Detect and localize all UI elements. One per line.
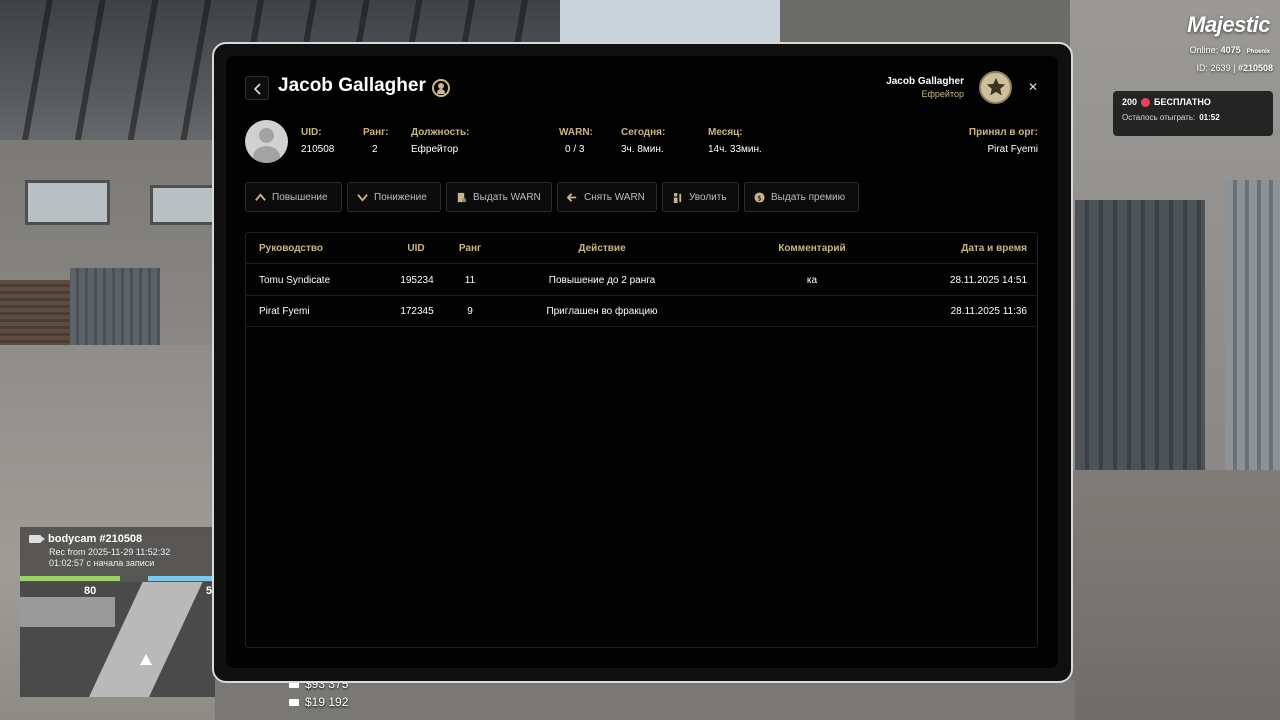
- table-row[interactable]: Pirat Fyemi 172345 9 Приглашен во фракци…: [246, 296, 1037, 327]
- bodycam-title: bodycam #210508: [48, 533, 143, 545]
- give-warn-button[interactable]: Выдать WARN: [446, 182, 552, 212]
- bodycam-rec-from: Rec from 2025-11-29 11:52:32: [49, 547, 171, 557]
- col-comment: Комментарий: [778, 243, 846, 254]
- col-action: Действие: [578, 243, 626, 254]
- cell-manager: Tomu Syndicate: [259, 275, 331, 286]
- month-value: 14ч. 33мин.: [708, 144, 762, 155]
- player-id-display: ID: 2639 | #210508: [1196, 63, 1273, 73]
- chevron-up-icon: [255, 192, 266, 201]
- coin-icon: $: [754, 191, 765, 203]
- uid-label: UID:: [301, 127, 322, 138]
- current-user-rank: Ефрейтор: [921, 89, 964, 99]
- col-rank: Ранг: [458, 243, 482, 254]
- cell-action: Приглашен во фракцию: [546, 306, 658, 317]
- coin-icon: [1141, 97, 1151, 107]
- bodycam-elapsed: 01:02:57 с начала записи: [49, 558, 155, 568]
- cell-rank: 11: [464, 275, 476, 286]
- rank-label: Ранг:: [363, 127, 389, 138]
- cell-comment: ка: [806, 275, 818, 286]
- accepted-by-value: Pirat Fyemi: [987, 144, 1038, 155]
- table-header: Руководство UID Ранг Действие Комментари…: [246, 233, 1037, 264]
- armor-bar: [148, 576, 215, 581]
- rank-value: 2: [372, 144, 378, 155]
- accepted-by-label: Принял в орг:: [968, 127, 1038, 138]
- camera-icon: [29, 535, 45, 543]
- bodycam-overlay: bodycam #210508 Rec from 2025-11-29 11:5…: [20, 527, 215, 697]
- card-icon: [289, 698, 299, 706]
- player-arrow-icon: [140, 654, 152, 665]
- cell-uid: 172345: [400, 306, 434, 317]
- cell-datetime: 28.11.2025 14:51: [949, 275, 1027, 286]
- close-button[interactable]: ✕: [1026, 80, 1040, 94]
- avatar: [245, 120, 288, 163]
- army-star-emblem-icon: [979, 71, 1012, 104]
- svg-text:$: $: [757, 193, 762, 202]
- cell-action: Повышение до 2 ранга: [548, 275, 656, 286]
- cell-rank: 9: [467, 306, 473, 317]
- cell-manager: Pirat Fyemi: [259, 306, 310, 317]
- document-warning-icon: [457, 192, 467, 202]
- warn-label: WARN:: [559, 127, 593, 138]
- promo-panel: 200 БЕСПЛАТНО Осталось отыграть: 01:52: [1113, 91, 1273, 136]
- health-bar: [20, 576, 120, 581]
- give-bonus-button[interactable]: $ Выдать премию: [744, 182, 859, 212]
- person-badge-icon: [432, 79, 450, 97]
- bank-display: $19 192: [289, 695, 348, 709]
- map-number: 80: [84, 585, 97, 597]
- warn-value: 0 / 3: [565, 144, 585, 155]
- page-title: Jacob Gallagher: [278, 75, 426, 96]
- online-counter: Online: 4075 Phoenix: [1189, 45, 1270, 55]
- person-remove-icon: [673, 192, 682, 203]
- position-value: Ефрейтор: [411, 144, 459, 155]
- fire-button[interactable]: Уволить: [662, 182, 739, 212]
- col-datetime: Дата и время: [961, 243, 1027, 254]
- table-row[interactable]: Tomu Syndicate 195234 11 Повышение до 2 …: [246, 265, 1037, 296]
- minimap: 80 5: [20, 582, 215, 697]
- cell-uid: 195234: [400, 275, 434, 286]
- position-label: Должность:: [411, 127, 470, 138]
- remove-warn-button[interactable]: Снять WARN: [557, 182, 657, 212]
- back-button[interactable]: [245, 76, 269, 100]
- month-label: Месяц:: [708, 127, 743, 138]
- action-log-table: Руководство UID Ранг Действие Комментари…: [245, 232, 1038, 648]
- undo-icon: [567, 192, 577, 202]
- col-manager: Руководство: [259, 243, 324, 254]
- uid-value: 210508: [301, 144, 335, 155]
- col-uid: UID: [407, 243, 425, 254]
- demote-button[interactable]: Понижение: [347, 182, 441, 212]
- promote-button[interactable]: Повышение: [245, 182, 342, 212]
- today-value: 3ч. 8мин.: [621, 144, 664, 155]
- cell-datetime: 28.11.2025 11:36: [950, 306, 1027, 317]
- chevron-down-icon: [357, 193, 368, 202]
- server-name: Phoenix: [1246, 49, 1270, 55]
- current-user-name: Jacob Gallagher: [886, 76, 964, 87]
- server-logo: Majestic: [1187, 12, 1270, 37]
- chevron-left-icon: [253, 83, 261, 95]
- today-label: Сегодня:: [621, 127, 666, 138]
